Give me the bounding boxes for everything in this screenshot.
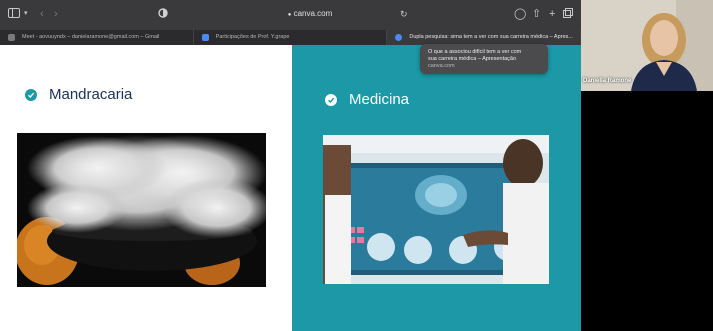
share-icon[interactable]: ⇧	[532, 8, 541, 20]
tab-canva-presentation[interactable]: Dupla pesquisa: sima tem a ver com sua c…	[387, 30, 582, 45]
chevron-down-icon[interactable]: ▾	[24, 8, 28, 20]
call-sidebar-empty	[581, 91, 713, 331]
new-tab-icon[interactable]: +	[549, 8, 555, 20]
slide-title-right: Medicina	[349, 91, 410, 108]
presentation-slide: Mandracaria Medicina	[0, 45, 581, 331]
slide-panel-left: Mandracaria	[0, 45, 292, 331]
tab-participacoes[interactable]: Participações de Prof. Y.grape	[194, 30, 388, 45]
checkmark-icon	[25, 88, 37, 101]
participant-video-tile[interactable]: Daniella Ramone	[581, 0, 713, 91]
heading-medicina: Medicina	[325, 91, 409, 108]
privacy-shield-icon[interactable]	[158, 8, 168, 21]
back-icon[interactable]: ‹	[40, 8, 44, 20]
doctors-brain-scan-photo	[323, 135, 549, 284]
slide-title-left: Mandracaria	[49, 86, 133, 103]
tab-overview-icon[interactable]	[563, 8, 573, 21]
checkmark-icon	[325, 93, 337, 106]
forward-icon[interactable]: ›	[54, 8, 58, 20]
browser-toolbar: ▾ ‹ › ● canva.com ↻ ◯ ⇧ +	[0, 0, 581, 30]
canva-favicon-icon	[395, 34, 403, 41]
page-favicon-icon	[201, 34, 209, 41]
address-bar[interactable]: ● canva.com	[225, 6, 395, 22]
tab-tooltip: O que a associou difícil tem a ver com s…	[420, 44, 548, 74]
slide-panel-right: Medicina	[292, 45, 581, 331]
tab-strip: Meet - aovuuyndx – danielaramone@gmail.c…	[0, 30, 582, 45]
tab-gmail[interactable]: Meet - aovuuyndx – danielaramone@gmail.c…	[0, 30, 194, 45]
tab-label: Participações de Prof. Y.grape	[215, 34, 290, 40]
participant-name-label: Daniella Ramone	[583, 78, 632, 84]
heading-mandracaria: Mandracaria	[25, 86, 132, 103]
extension-icon[interactable]: ◯	[514, 8, 526, 20]
tooltip-host: canva.com	[428, 63, 455, 69]
tooltip-line-2: sua carreira médica – Apresentação	[428, 56, 517, 62]
lock-icon: ●	[287, 12, 292, 18]
address-text: canva.com	[293, 9, 333, 18]
tooltip-line-1: O que a associou difícil tem a ver com	[428, 49, 522, 55]
tab-label: Meet - aovuuyndx – danielaramone@gmail.c…	[22, 34, 160, 40]
gmail-favicon-icon	[8, 34, 15, 41]
sidebar-toggle-icon[interactable]	[8, 8, 20, 21]
tab-label: Dupla pesquisa: sima tem a ver com sua c…	[409, 34, 573, 40]
cauldron-smoke-photo	[17, 133, 266, 287]
reload-icon[interactable]: ↻	[400, 8, 408, 20]
